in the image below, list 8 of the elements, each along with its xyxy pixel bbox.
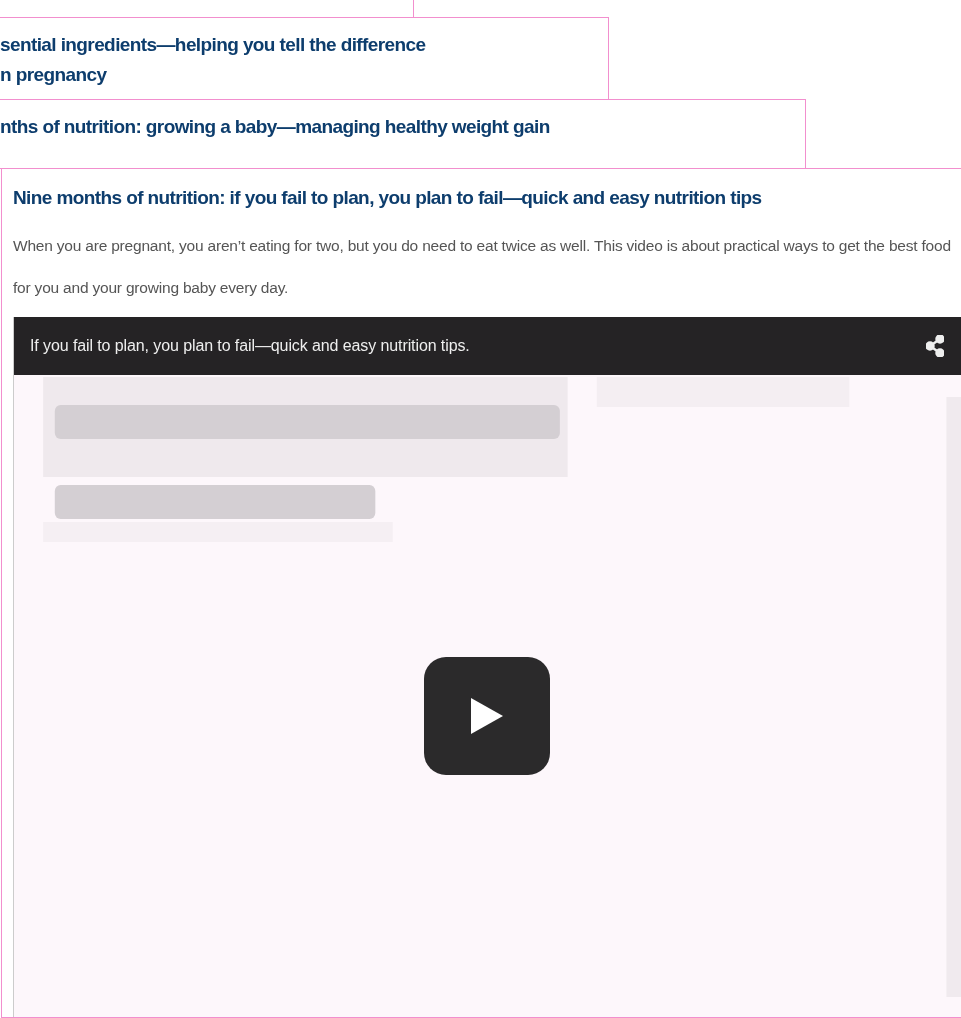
item-title[interactable]: nths of nutrition: growing a baby—managing healthy weight gain bbox=[0, 112, 550, 142]
item-description: When you are pregnant, you aren’t eating for two, but you do need to eat twice as well. This video is about practical ways to get the best food for you and your growing baby every day. bbox=[13, 236, 952, 298]
item-title[interactable]: Nine months of nutrition: if you fail to plan, you plan to fail—quick and easy nutrition tips bbox=[13, 183, 762, 213]
play-icon bbox=[469, 696, 505, 736]
play-button[interactable] bbox=[424, 657, 550, 775]
item-title[interactable]: sential ingredients—helping you tell the difference n pregnancy bbox=[0, 30, 426, 90]
share-icon[interactable] bbox=[926, 335, 944, 357]
video-title: If you fail to plan, you plan to fail—quick and easy nutrition tips. bbox=[30, 337, 470, 355]
